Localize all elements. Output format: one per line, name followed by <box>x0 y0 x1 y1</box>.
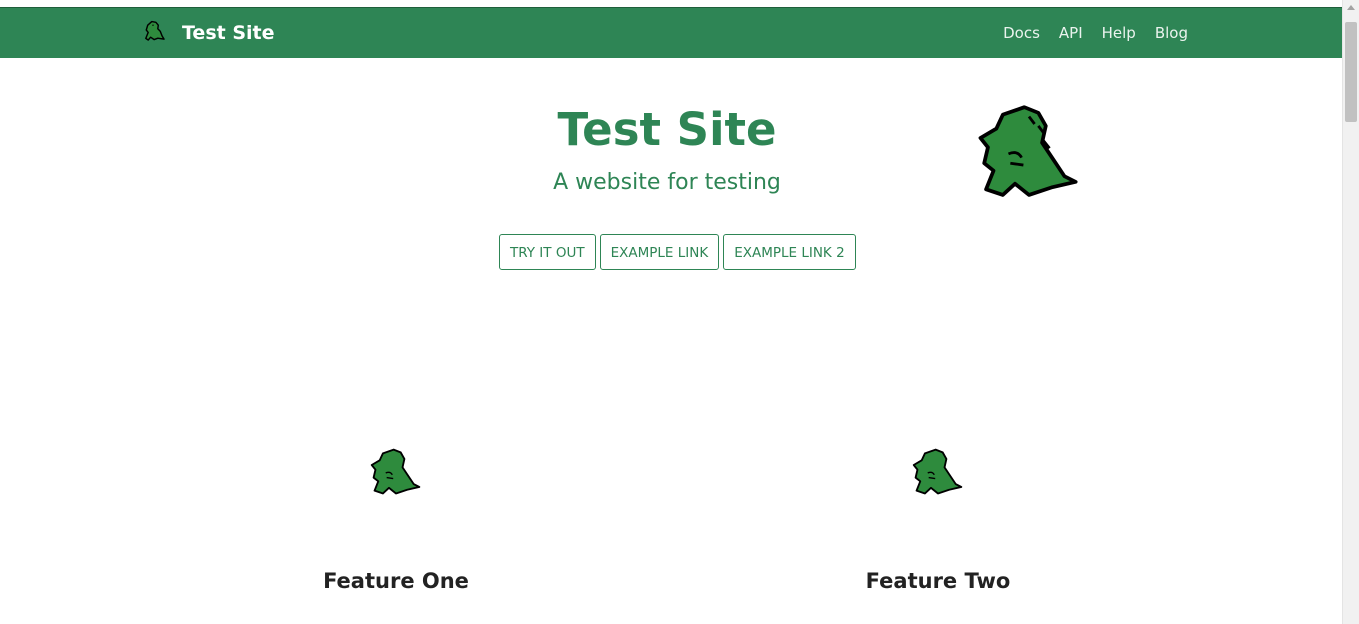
feature-title: Feature Two <box>865 569 1011 593</box>
nav-links: Docs API Help Blog <box>1003 21 1188 45</box>
hero-title: Test Site <box>557 103 777 156</box>
page: Test Site Docs API Help Blog Test Site A… <box>0 0 1359 624</box>
top-strip <box>0 0 1342 7</box>
scroll-thumb[interactable] <box>1345 22 1357 122</box>
nav-link-help[interactable]: Help <box>1102 21 1136 45</box>
dinosaur-icon <box>370 448 421 495</box>
feature-card: Feature One <box>246 446 546 593</box>
hero-tagline: A website for testing <box>553 170 781 195</box>
feature-card: Feature Two <box>788 446 1088 593</box>
nav-link-api[interactable]: API <box>1059 21 1083 45</box>
dinosaur-icon[interactable] <box>141 17 165 43</box>
example-link-button[interactable]: EXAMPLE LINK <box>599 234 720 270</box>
nav-link-blog[interactable]: Blog <box>1155 21 1188 45</box>
dinosaur-icon <box>978 105 1078 197</box>
nav-link-docs[interactable]: Docs <box>1003 21 1040 45</box>
scroll-up-arrow-icon[interactable] <box>1347 5 1355 10</box>
hero-buttons: TRY IT OUT EXAMPLE LINK EXAMPLE LINK 2 <box>499 234 856 270</box>
feature-title: Feature One <box>323 569 469 593</box>
brand-title[interactable]: Test Site <box>182 20 275 46</box>
navbar: Test Site Docs API Help Blog <box>0 7 1342 58</box>
dinosaur-icon <box>912 448 963 495</box>
try-it-out-button[interactable]: TRY IT OUT <box>499 234 596 270</box>
vertical-scrollbar[interactable] <box>1342 0 1359 624</box>
example-link-2-button[interactable]: EXAMPLE LINK 2 <box>723 234 856 270</box>
